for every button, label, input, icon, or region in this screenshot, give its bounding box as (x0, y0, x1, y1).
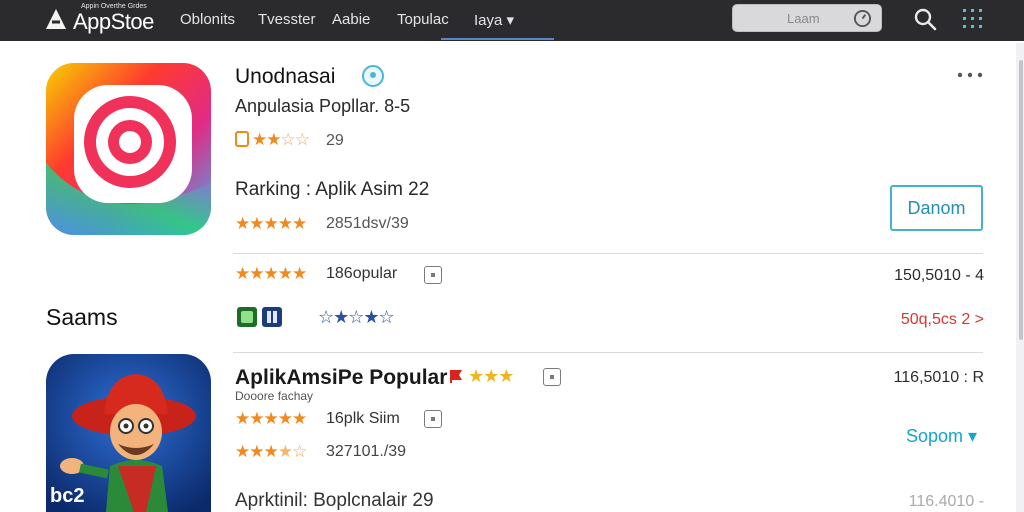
second-app-stars: ★★★★★ (235, 409, 307, 428)
featured-app-title[interactable]: Unodnasai (235, 65, 335, 89)
third-row-title[interactable]: Aprktinil: Boplcnalair 29 (235, 490, 434, 512)
second-app-value: 116,5010 : R (893, 369, 984, 386)
store-logo-icon (46, 9, 66, 29)
featured-rating-count: 29 (326, 132, 344, 149)
second-app-rating-count: 327101./39 (326, 443, 407, 460)
camera-app-icon (46, 63, 211, 235)
info-box-icon-3[interactable] (424, 410, 442, 428)
second-app-icon[interactable]: bc2 (46, 354, 211, 512)
search-box[interactable]: Laam (732, 4, 882, 32)
outline-rating-stars: ☆★☆★☆ (318, 307, 395, 327)
more-options-icon[interactable] (955, 70, 985, 80)
nav-item-1[interactable]: Oblonits (180, 11, 235, 28)
row-divider-2 (233, 352, 983, 353)
second-app-subtitle: Dooore fachay (235, 389, 314, 403)
popular-value: 150,5010 - 4 (894, 267, 984, 284)
search-icon[interactable] (912, 6, 938, 32)
platform-badges-icon (237, 307, 282, 327)
scrollbar-thumb[interactable] (1019, 60, 1023, 340)
popular-label: 186opular (326, 265, 398, 282)
app-store-logo[interactable]: Appin Overthe Grdes AppStoe (44, 3, 174, 37)
info-box-icon-2[interactable] (543, 368, 561, 386)
second-app-line-label: 16plk Siim (326, 410, 400, 427)
sale-value[interactable]: 50q,5cs 2 > (860, 311, 984, 329)
clear-search-icon[interactable] (853, 9, 872, 28)
featured-rating-stars: ★★☆☆ (235, 131, 310, 148)
section-heading: Saams (46, 304, 118, 330)
featured-rating-count-2: 2851dsv/39 (326, 215, 409, 232)
info-box-icon[interactable] (424, 266, 442, 284)
logo-text: AppStoe (73, 9, 154, 34)
second-app-action[interactable]: Sopom ▾ (906, 426, 977, 447)
featured-app-subtitle: Anpulasia Popllar. 8-5 (235, 96, 411, 116)
featured-action-button[interactable]: Danom (890, 185, 983, 231)
verified-badge-icon (362, 65, 384, 87)
search-input[interactable]: Laam (787, 11, 820, 26)
featured-rating-stars-2: ★★★★★ (235, 214, 307, 233)
featured-app-icon[interactable] (46, 63, 211, 235)
row-divider (233, 253, 983, 254)
third-row-value: 116.4010 - (908, 493, 984, 510)
rating-badge-icon (235, 131, 249, 147)
grid-menu-icon[interactable] (960, 6, 986, 32)
second-app-icon-label: bc2 (50, 485, 84, 507)
active-tab-indicator (441, 38, 554, 40)
game-character-icon: bc2 (46, 354, 211, 512)
top-navigation-bar: Appin Overthe Grdes AppStoe Oblonits Tve… (0, 0, 1024, 41)
popular-rating-stars: ★★★★★ (235, 264, 307, 283)
nav-item-2[interactable]: Tvesster (258, 11, 316, 28)
nav-item-dropdown[interactable]: Iaya ▾ (474, 11, 514, 29)
nav-item-4[interactable]: Topulac (397, 11, 449, 28)
second-app-badge-stars: ★★★ (468, 366, 514, 386)
second-app-stars-2: ★★★★☆ (235, 442, 307, 461)
nav-item-3[interactable]: Aabie (332, 11, 370, 28)
flag-icon (450, 370, 462, 383)
featured-ranking: Rarking : Aplik Asim 22 (235, 179, 430, 200)
second-app-title[interactable]: AplikAmsiPe Popular (235, 366, 447, 390)
